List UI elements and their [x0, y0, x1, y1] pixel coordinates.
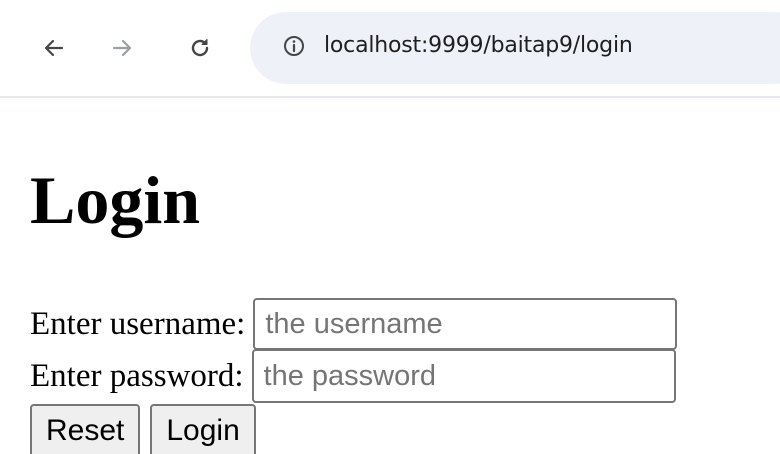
login-button[interactable]: Login	[150, 404, 256, 454]
info-icon	[282, 34, 306, 63]
password-row: Enter password:	[30, 349, 676, 403]
reload-icon	[188, 36, 212, 60]
forward-button[interactable]	[100, 26, 144, 70]
reset-button[interactable]: Reset	[30, 404, 141, 454]
address-bar[interactable]: localhost:9999/baitap9/login	[250, 12, 780, 84]
back-arrow-icon	[42, 36, 66, 60]
password-label: Enter password:	[30, 358, 244, 394]
url-text[interactable]: localhost:9999/baitap9/login	[324, 33, 633, 58]
username-input[interactable]	[253, 298, 678, 350]
username-label: Enter username:	[30, 306, 246, 342]
forward-arrow-icon	[110, 36, 134, 60]
reload-button[interactable]	[178, 26, 222, 70]
back-button[interactable]	[32, 26, 76, 70]
browser-toolbar: localhost:9999/baitap9/login	[0, 0, 780, 98]
page-title: Login	[30, 162, 201, 238]
site-info-button[interactable]	[272, 26, 316, 70]
username-row: Enter username:	[30, 298, 678, 350]
password-input[interactable]	[251, 349, 676, 403]
form-buttons: Reset Login	[30, 404, 266, 454]
